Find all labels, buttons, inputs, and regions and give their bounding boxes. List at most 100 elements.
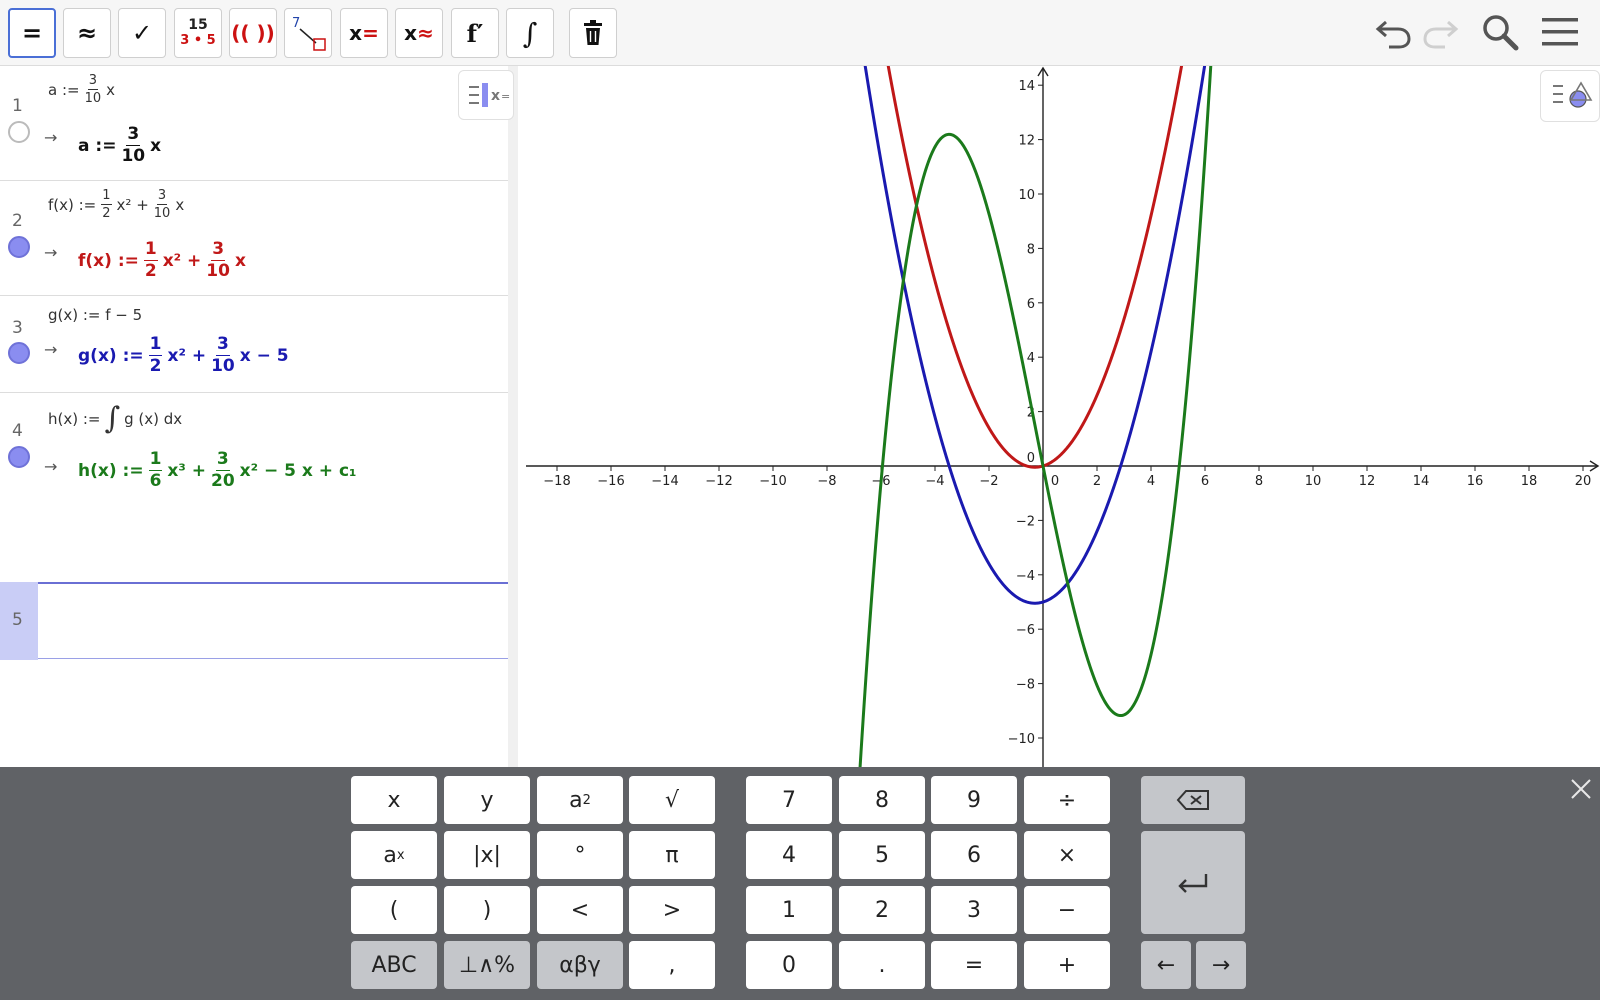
algebra-style-button[interactable]: x = xyxy=(458,70,514,120)
y-tick-label: −4 xyxy=(1016,569,1035,584)
right-arrow-key[interactable]: → xyxy=(1196,941,1246,989)
key-power[interactable]: ax xyxy=(351,831,437,879)
key-degree[interactable]: ° xyxy=(537,831,623,879)
key-minus[interactable]: − xyxy=(1024,886,1110,934)
factor-top-label: 15 xyxy=(188,17,208,34)
key-5[interactable]: 5 xyxy=(839,831,925,879)
key-comma[interactable]: , xyxy=(629,941,715,989)
algebra-row[interactable]: 4 h(x) := ∫ g (x) dx → h(x) := 16 x³ + 3… xyxy=(0,393,516,582)
visibility-toggle[interactable] xyxy=(8,342,30,364)
evaluate-tool-button[interactable]: = xyxy=(8,8,56,58)
numeric-tool-button[interactable]: ≈ xyxy=(63,8,111,58)
key-sqrt[interactable]: √ xyxy=(629,776,715,824)
delete-tool-button[interactable] xyxy=(569,8,617,58)
output-arrow: → xyxy=(44,128,58,147)
keep-input-tool-button[interactable]: ✓ xyxy=(118,8,166,58)
key-equals[interactable]: = xyxy=(931,941,1017,989)
substitute-tool-button[interactable]: 7 xyxy=(284,8,332,58)
key-1[interactable]: 1 xyxy=(746,886,832,934)
row-input[interactable]: f(x) := 12 x² + 3 10 x xyxy=(48,189,184,220)
integral-tool-button[interactable]: ∫ xyxy=(506,8,554,58)
key-divide[interactable]: ÷ xyxy=(1024,776,1110,824)
left-arrow-key[interactable]: ← xyxy=(1141,941,1191,989)
key-7[interactable]: 7 xyxy=(746,776,832,824)
panel-divider[interactable] xyxy=(508,66,518,767)
enter-icon xyxy=(1178,873,1208,893)
key-y[interactable]: y xyxy=(444,776,530,824)
row-input[interactable]: a := 3 10 x xyxy=(48,74,115,105)
key-0[interactable]: 0 xyxy=(746,941,832,989)
key-less-than[interactable]: < xyxy=(537,886,623,934)
search-icon[interactable] xyxy=(1478,10,1522,54)
undo-icon[interactable] xyxy=(1372,10,1416,54)
visibility-toggle[interactable] xyxy=(8,121,30,143)
input-bar[interactable]: 5 xyxy=(0,582,516,660)
algebra-row[interactable]: 2 f(x) := 12 x² + 3 10 x → f(x) := 12 x² … xyxy=(0,181,516,296)
key-2[interactable]: 2 xyxy=(839,886,925,934)
menu-icon[interactable] xyxy=(1538,10,1582,54)
y-tick-label: 14 xyxy=(1018,79,1035,94)
key-squared[interactable]: a2 xyxy=(537,776,623,824)
x-tick-label: −12 xyxy=(705,474,732,489)
x-tick-label: −18 xyxy=(543,474,570,489)
svg-text:=: = xyxy=(501,90,510,103)
x-tick-label: 4 xyxy=(1147,474,1155,489)
backspace-key[interactable] xyxy=(1141,776,1245,824)
solve-op-label: = xyxy=(362,21,379,45)
row-output: f(x) := 12 x² + 3 10 x xyxy=(78,239,246,281)
x-tick-label: −10 xyxy=(759,474,786,489)
algebra-view: 1 a := 3 10 x → a := 3 10 x 2 f(x) := 12 x… xyxy=(0,66,516,767)
nsolve-op-label: ≈ xyxy=(417,21,434,45)
graphics-style-button[interactable] xyxy=(1540,70,1600,122)
graphics-style-icon xyxy=(1553,81,1593,108)
x-tick-label: −2 xyxy=(979,474,998,489)
key-greater-than[interactable]: > xyxy=(629,886,715,934)
algebra-row[interactable]: 1 a := 3 10 x → a := 3 10 x xyxy=(0,66,516,181)
derivative-tool-button[interactable]: f′ xyxy=(451,8,499,58)
x-tick-label: 0 xyxy=(1051,474,1059,489)
x-tick-label: −16 xyxy=(597,474,624,489)
expand-tool-button[interactable]: (( )) xyxy=(229,8,277,58)
visibility-toggle[interactable] xyxy=(8,236,30,258)
key-4[interactable]: 4 xyxy=(746,831,832,879)
key-x[interactable]: x xyxy=(351,776,437,824)
row-output: a := 3 10 x xyxy=(78,124,162,166)
key-plus[interactable]: + xyxy=(1024,941,1110,989)
key-symbols[interactable]: ⊥∧% xyxy=(444,941,530,989)
key-abc[interactable]: ABC xyxy=(351,941,437,989)
algebra-style-icon: x = xyxy=(469,83,510,107)
key-3[interactable]: 3 xyxy=(931,886,1017,934)
key-decimal[interactable]: . xyxy=(839,941,925,989)
graphics-view[interactable]: −18 −16 −14 −12 −10 −8 −6 −4 −2 0 2 4 6 8 10 12 14 16 18 20… xyxy=(526,66,1600,767)
y-tick-label: 12 xyxy=(1018,134,1035,149)
row-input[interactable]: g(x) := f − 5 xyxy=(48,306,142,324)
graph-canvas[interactable]: −18 −16 −14 −12 −10 −8 −6 −4 −2 0 2 4 6 8 10 12 14 16 18 20… xyxy=(526,66,1600,767)
visibility-toggle[interactable] xyxy=(8,446,30,468)
key-abs[interactable]: |x| xyxy=(444,831,530,879)
key-multiply[interactable]: × xyxy=(1024,831,1110,879)
key-9[interactable]: 9 xyxy=(931,776,1017,824)
enter-key[interactable] xyxy=(1141,831,1245,934)
x-tick-label: 8 xyxy=(1255,474,1263,489)
key-6[interactable]: 6 xyxy=(931,831,1017,879)
redo-icon[interactable] xyxy=(1418,10,1462,54)
factor-number-tool-button[interactable]: 15 3 • 5 xyxy=(174,8,222,58)
key-greek[interactable]: αβγ xyxy=(537,941,623,989)
key-8[interactable]: 8 xyxy=(839,776,925,824)
x-tick-label: 14 xyxy=(1413,474,1430,489)
row-output: h(x) := 16 x³ + 3 20 x² − 5 x + c₁ xyxy=(78,449,357,491)
close-keyboard-icon[interactable] xyxy=(1568,776,1594,802)
key-pi[interactable]: π xyxy=(629,831,715,879)
row-number: 2 xyxy=(12,211,23,231)
y-tick-label: 0 xyxy=(1027,451,1035,466)
key-close-paren[interactable]: ) xyxy=(444,886,530,934)
y-tick-label: 8 xyxy=(1027,242,1035,257)
key-open-paren[interactable]: ( xyxy=(351,886,437,934)
solve-tool-button[interactable]: x = xyxy=(340,8,388,58)
row-input[interactable]: h(x) := ∫ g (x) dx xyxy=(48,401,182,436)
nsolve-x-label: x xyxy=(404,21,418,45)
svg-text:x: x xyxy=(491,88,500,104)
algebra-row[interactable]: 3 g(x) := f − 5 → g(x) := 12 x² + 3 10 x … xyxy=(0,296,516,393)
output-arrow: → xyxy=(44,457,58,476)
nsolve-tool-button[interactable]: x ≈ xyxy=(395,8,443,58)
